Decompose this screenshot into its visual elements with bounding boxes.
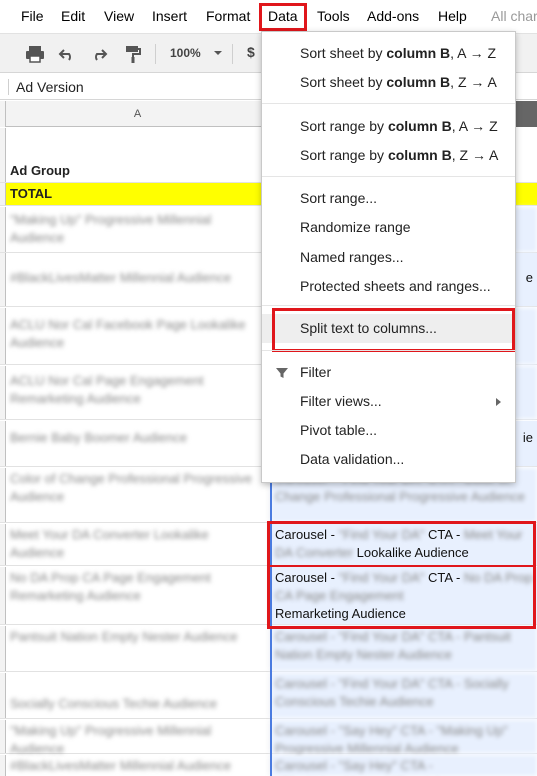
cell-text: e bbox=[525, 270, 533, 285]
menu-item-text: Sort sheet by bbox=[300, 45, 387, 61]
submenu-arrow-icon bbox=[496, 398, 501, 406]
menu-item-sort-range-za[interactable]: Sort range by column B, Z → A bbox=[262, 141, 515, 170]
menu-item-pivot-table[interactable]: Pivot table... bbox=[262, 416, 515, 445]
menu-item-text-bold: column B bbox=[387, 147, 452, 163]
cell[interactable]: Color of Change Professional Progressive… bbox=[6, 468, 270, 522]
menu-item-text: , Z → A bbox=[451, 147, 499, 163]
menu-separator bbox=[262, 350, 515, 351]
undo-icon[interactable] bbox=[56, 43, 78, 65]
cell[interactable]: Carousel - "Say Hey" CTA - #BlackLivesMa… bbox=[271, 755, 537, 776]
menu-all-changes[interactable]: All char bbox=[491, 8, 537, 24]
menu-item-text: , A → Z bbox=[450, 45, 497, 61]
menu-item-text: Filter views... bbox=[300, 393, 382, 409]
menu-item-text: Sort range by bbox=[300, 147, 388, 163]
cell[interactable]: #BlackLivesMatter Millennial Audience bbox=[6, 253, 270, 306]
cell[interactable]: Carousel - "Find Your DA" CTA - Pantsuit… bbox=[271, 626, 537, 671]
chevron-down-icon[interactable] bbox=[214, 51, 222, 55]
cell[interactable]: Carousel - "Say Hey" CTA - "Making Up" P… bbox=[271, 720, 537, 756]
paint-format-icon[interactable] bbox=[122, 43, 144, 65]
table-row: Pantsuit Nation Empty Nester Audience Ca… bbox=[0, 626, 537, 672]
menu-item-sort-range[interactable]: Sort range... bbox=[262, 184, 515, 213]
menu-item-text-bold: column B bbox=[386, 74, 451, 90]
menu-help[interactable]: Help bbox=[438, 8, 467, 24]
menu-item-text: Sort range by bbox=[300, 118, 388, 134]
menu-separator bbox=[262, 176, 515, 177]
toolbar-separator bbox=[155, 44, 156, 64]
cell[interactable]: Carousel - "Find Your DA" CTA - Socially… bbox=[271, 673, 537, 718]
cell[interactable]: Bernie Baby Boomer Audience bbox=[6, 421, 270, 466]
cell[interactable]: Pantsuit Nation Empty Nester Audience bbox=[6, 626, 270, 671]
zoom-select[interactable]: 100% bbox=[170, 46, 201, 60]
redo-icon[interactable] bbox=[88, 43, 110, 65]
table-row: "Making Up" Progressive Millennial Audie… bbox=[0, 720, 537, 756]
cell[interactable]: Ad Group bbox=[6, 128, 270, 182]
menu-item-text: , Z → A bbox=[450, 74, 497, 90]
menu-tools[interactable]: Tools bbox=[317, 8, 350, 24]
menu-separator bbox=[262, 103, 515, 104]
menu-item-filter[interactable]: Filter bbox=[262, 358, 515, 387]
cell[interactable]: TOTAL bbox=[6, 183, 270, 205]
cell-text: ie bbox=[522, 430, 533, 445]
menu-item-text-bold: column B bbox=[386, 45, 451, 61]
menu-item-data-validation[interactable]: Data validation... bbox=[262, 445, 515, 474]
menu-item-text: Filter bbox=[300, 364, 332, 380]
menu-format[interactable]: Format bbox=[206, 8, 250, 24]
menu-item-sort-sheet-za[interactable]: Sort sheet by column B, Z → A bbox=[262, 68, 515, 97]
print-icon[interactable] bbox=[24, 43, 46, 65]
cell[interactable]: Socially Conscious Techie Audience bbox=[6, 673, 270, 718]
split-text-highlight bbox=[272, 308, 515, 352]
menu-item-sort-sheet-az[interactable]: Sort sheet by column B, A → Z bbox=[262, 39, 515, 68]
menu-addons[interactable]: Add-ons bbox=[367, 8, 419, 24]
menu-item-text: , A → Z bbox=[451, 118, 498, 134]
cell[interactable]: #BlackLivesMatter Millennial Audience bbox=[6, 755, 270, 776]
cell[interactable]: "Making Up" Progressive Millennial Audie… bbox=[6, 720, 270, 756]
highlighted-cells-box bbox=[267, 521, 536, 629]
currency-format-button[interactable]: $ bbox=[247, 44, 255, 60]
menu-item-randomize-range[interactable]: Randomize range bbox=[262, 213, 515, 242]
cell[interactable]: ACLU Nor Cal Page Engagement Remarketing… bbox=[6, 366, 270, 419]
formula-separator bbox=[8, 79, 9, 95]
table-row: #BlackLivesMatter Millennial Audience Ca… bbox=[0, 755, 537, 776]
menu-item-text-bold: column B bbox=[387, 118, 452, 134]
menu-insert[interactable]: Insert bbox=[152, 8, 187, 24]
menu-item-text: Sort sheet by bbox=[300, 74, 387, 90]
column-header-a[interactable]: A bbox=[6, 101, 270, 127]
formula-value[interactable]: Ad Version bbox=[16, 79, 84, 95]
cell[interactable]: Meet Your DA Converter Lookalike Audienc… bbox=[6, 524, 270, 565]
menu-edit[interactable]: Edit bbox=[61, 8, 85, 24]
menu-item-protected-sheets[interactable]: Protected sheets and ranges... bbox=[262, 272, 515, 301]
menu-separator bbox=[262, 305, 515, 306]
cell[interactable]: No DA Prop CA Page Engagement Remarketin… bbox=[6, 567, 270, 624]
highlighted-cells-divider bbox=[270, 565, 533, 567]
toolbar-separator bbox=[232, 44, 233, 64]
menu-file[interactable]: File bbox=[21, 8, 44, 24]
filter-icon bbox=[276, 368, 288, 378]
cell[interactable]: ACLU Nor Cal Facebook Page Lookalike Aud… bbox=[6, 308, 270, 364]
cell[interactable]: "Making Up" Progressive Millennial Audie… bbox=[6, 207, 270, 252]
menu-bar: File Edit View Insert Format Data Tools … bbox=[0, 0, 537, 32]
menu-item-filter-views[interactable]: Filter views... bbox=[262, 387, 515, 416]
menu-view[interactable]: View bbox=[104, 8, 134, 24]
menu-item-sort-range-az[interactable]: Sort range by column B, A → Z bbox=[262, 112, 515, 141]
table-row: Socially Conscious Techie Audience Carou… bbox=[0, 673, 537, 719]
data-menu-dropdown: Sort sheet by column B, A → Z Sort sheet… bbox=[261, 31, 516, 483]
data-menu-highlight bbox=[259, 3, 307, 31]
menu-item-named-ranges[interactable]: Named ranges... bbox=[262, 243, 515, 272]
